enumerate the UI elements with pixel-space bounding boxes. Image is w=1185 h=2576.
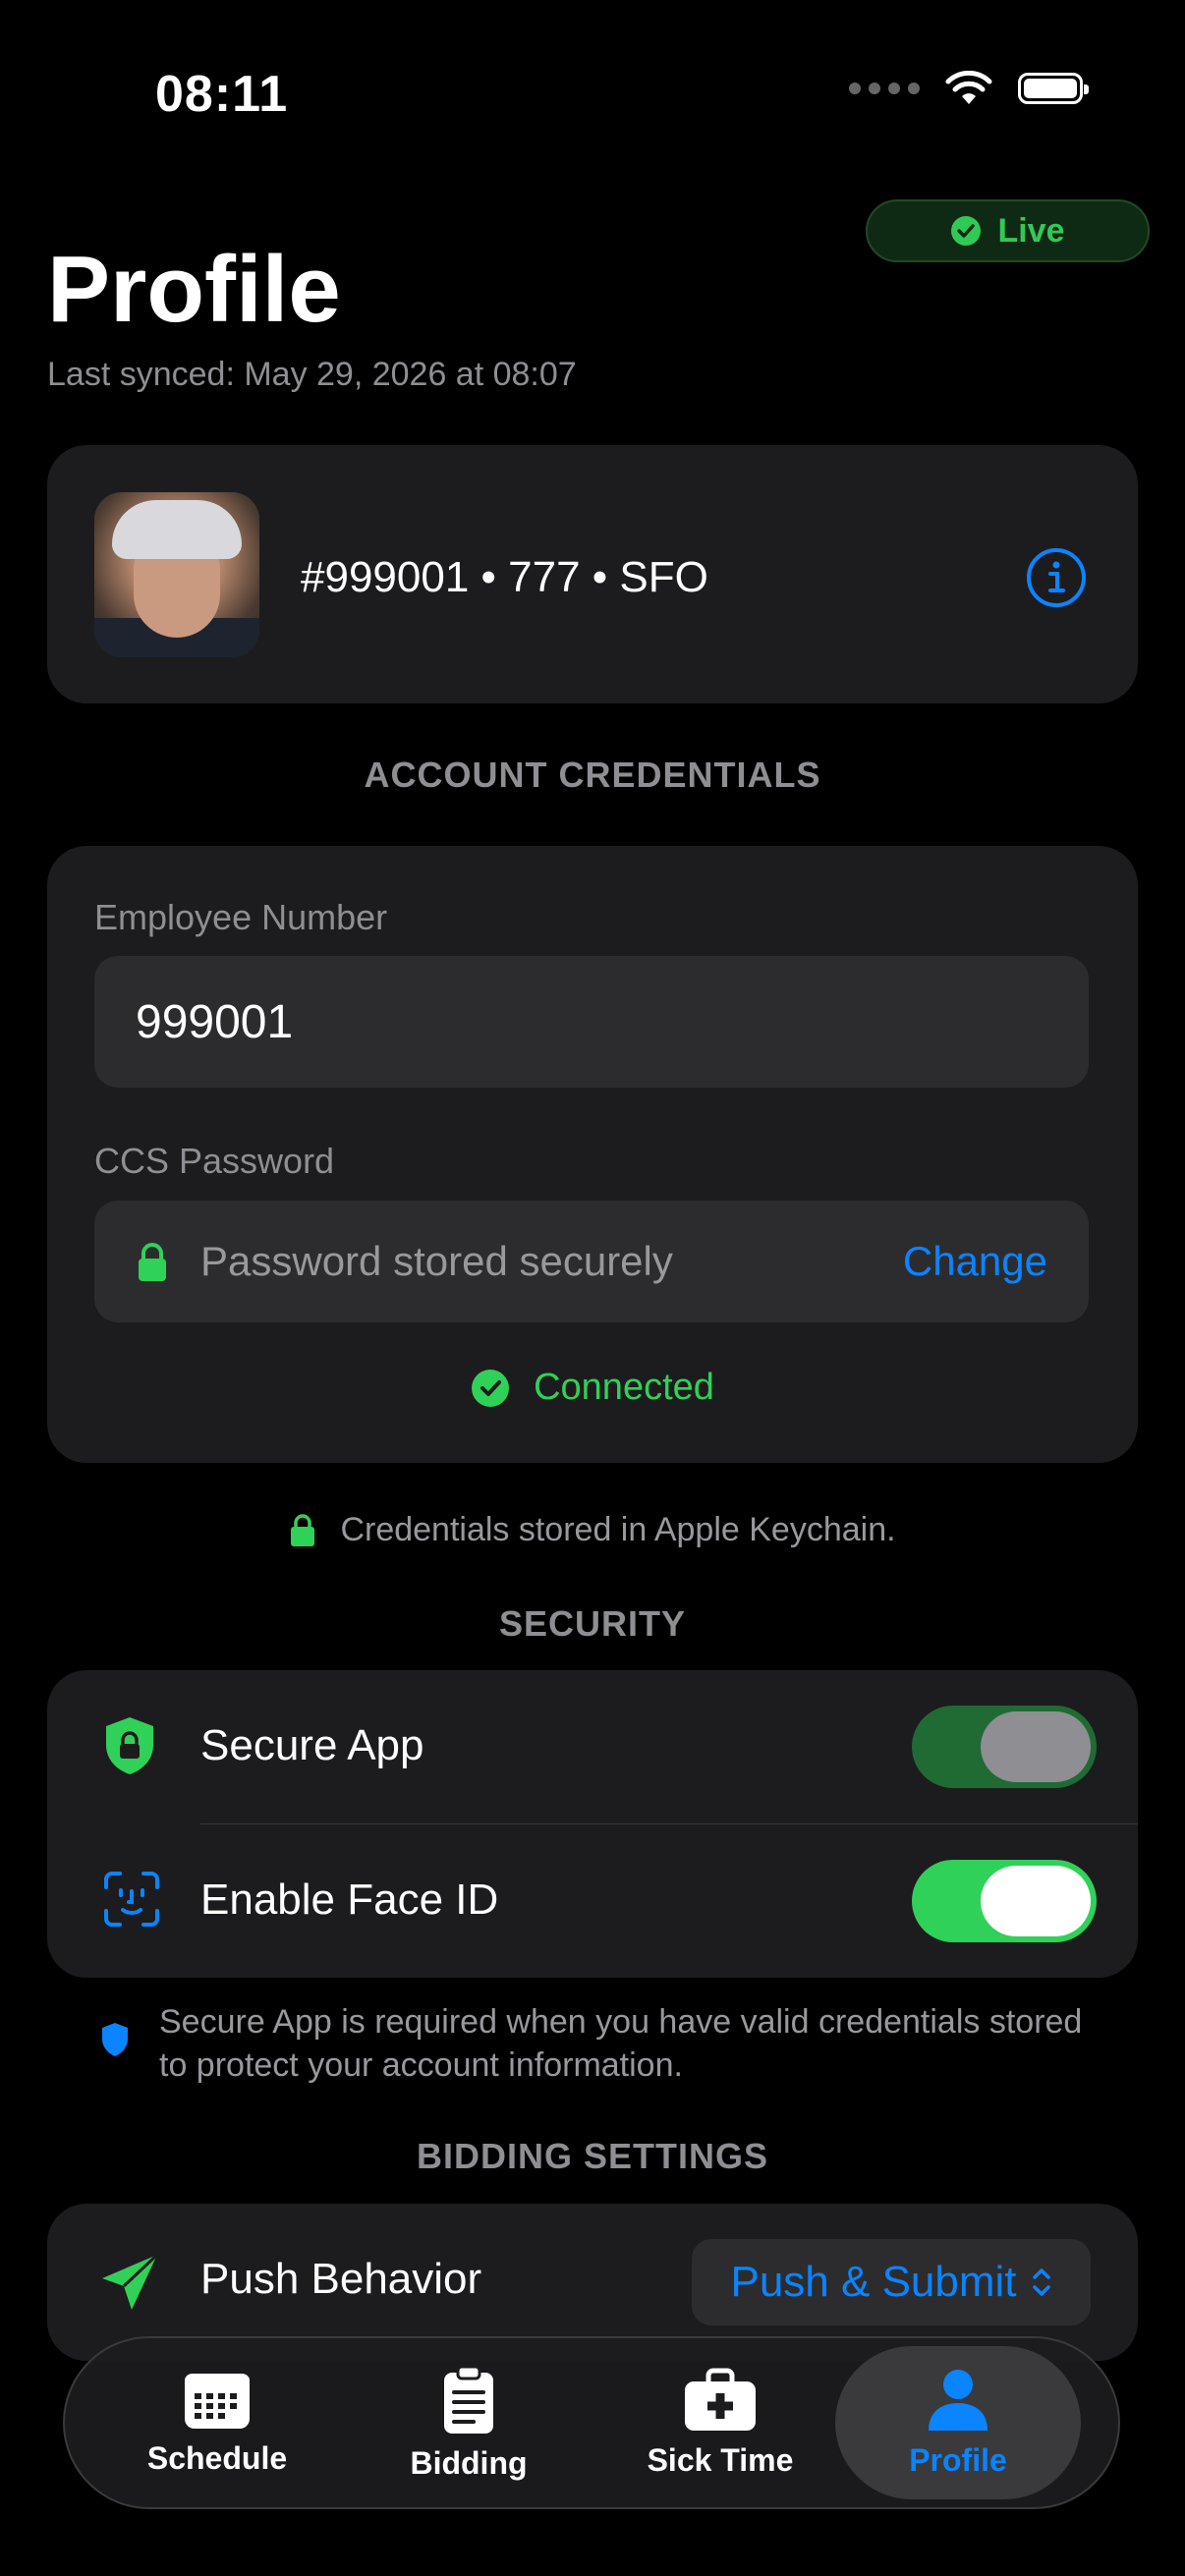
credentials-card: Employee Number 999001 CCS Password Pass…: [47, 846, 1138, 1463]
checkmark-circle-icon: [951, 216, 982, 246]
secure-app-note: Secure App is required when you have val…: [159, 2003, 1083, 2084]
push-behavior-label: Push Behavior: [200, 2255, 482, 2303]
face-id-icon: [104, 1872, 159, 1927]
info-icon[interactable]: [1026, 547, 1087, 608]
live-badge[interactable]: Live: [866, 199, 1150, 262]
tab-bidding-label: Bidding: [410, 2444, 528, 2481]
tab-sick-time-label: Sick Time: [647, 2441, 794, 2478]
lock-icon: [291, 1513, 315, 1546]
face-id-label: Enable Face ID: [200, 1876, 499, 1924]
cellular-icon: [849, 83, 920, 94]
tab-sick-time[interactable]: Sick Time: [597, 2338, 843, 2507]
tab-profile-label: Profile: [909, 2441, 1007, 2478]
push-behavior-select[interactable]: Push & Submit: [692, 2239, 1091, 2325]
secure-app-toggle[interactable]: [912, 1706, 1097, 1788]
last-synced-text: Last synced: May 29, 2026 at 08:07: [47, 356, 577, 393]
status-time: 08:11: [155, 66, 289, 123]
face-id-toggle[interactable]: [912, 1860, 1097, 1942]
avatar: [94, 492, 259, 657]
battery-icon: [1018, 73, 1089, 104]
section-account-credentials: ACCOUNT CREDENTIALS: [364, 755, 821, 795]
shield-lock-icon: [106, 1717, 153, 1774]
password-label: CCS Password: [94, 1141, 335, 1181]
live-label: Live: [997, 211, 1065, 250]
employee-number-label: Employee Number: [94, 897, 388, 937]
change-password-button[interactable]: Change: [903, 1238, 1047, 1285]
push-behavior-value: Push & Submit: [730, 2258, 1017, 2306]
profile-summary: #999001 • 777 • SFO: [301, 553, 708, 601]
tab-bidding[interactable]: Bidding: [346, 2338, 592, 2507]
keychain-note-text: Credentials stored in Apple Keychain.: [340, 1511, 896, 1548]
secure-app-label: Secure App: [200, 1721, 424, 1769]
security-card: Secure App Enable Face ID: [47, 1670, 1138, 1978]
tab-schedule[interactable]: Schedule: [94, 2338, 340, 2507]
shield-icon: [102, 2023, 128, 2056]
profile-card[interactable]: #999001 • 777 • SFO: [47, 445, 1138, 703]
status-icons: [849, 71, 1089, 106]
page-title: Profile: [47, 237, 341, 342]
tab-schedule-label: Schedule: [146, 2439, 288, 2476]
calendar-icon: [185, 2373, 250, 2429]
section-security: SECURITY: [498, 1603, 687, 1644]
medical-bag-icon: [685, 2368, 756, 2431]
connection-status: Connected: [47, 1367, 1138, 1409]
employee-number-field[interactable]: 999001: [94, 956, 1089, 1088]
password-field: Password stored securely Change: [94, 1201, 1089, 1322]
person-icon: [929, 2369, 988, 2431]
wifi-icon: [945, 71, 992, 104]
tab-bar: Schedule Bidding Sick Time Profile: [63, 2336, 1120, 2509]
section-bidding-settings: BIDDING SETTINGS: [416, 2136, 769, 2176]
clipboard-icon: [444, 2365, 493, 2434]
employee-number-value: 999001: [136, 996, 294, 1048]
face-id-row: Enable Face ID: [47, 1824, 1138, 1978]
chevron-up-down-icon: [1032, 2268, 1050, 2296]
paperplane-icon: [102, 2253, 159, 2310]
secure-app-row: Secure App: [47, 1670, 1138, 1824]
keychain-note: Credentials stored in Apple Keychain.: [0, 1511, 1185, 1549]
password-status: Password stored securely: [200, 1238, 673, 1284]
lock-icon: [139, 1243, 166, 1281]
checkmark-circle-icon: [472, 1369, 510, 1407]
connected-label: Connected: [534, 1367, 714, 1408]
tab-profile[interactable]: Profile: [835, 2346, 1081, 2499]
